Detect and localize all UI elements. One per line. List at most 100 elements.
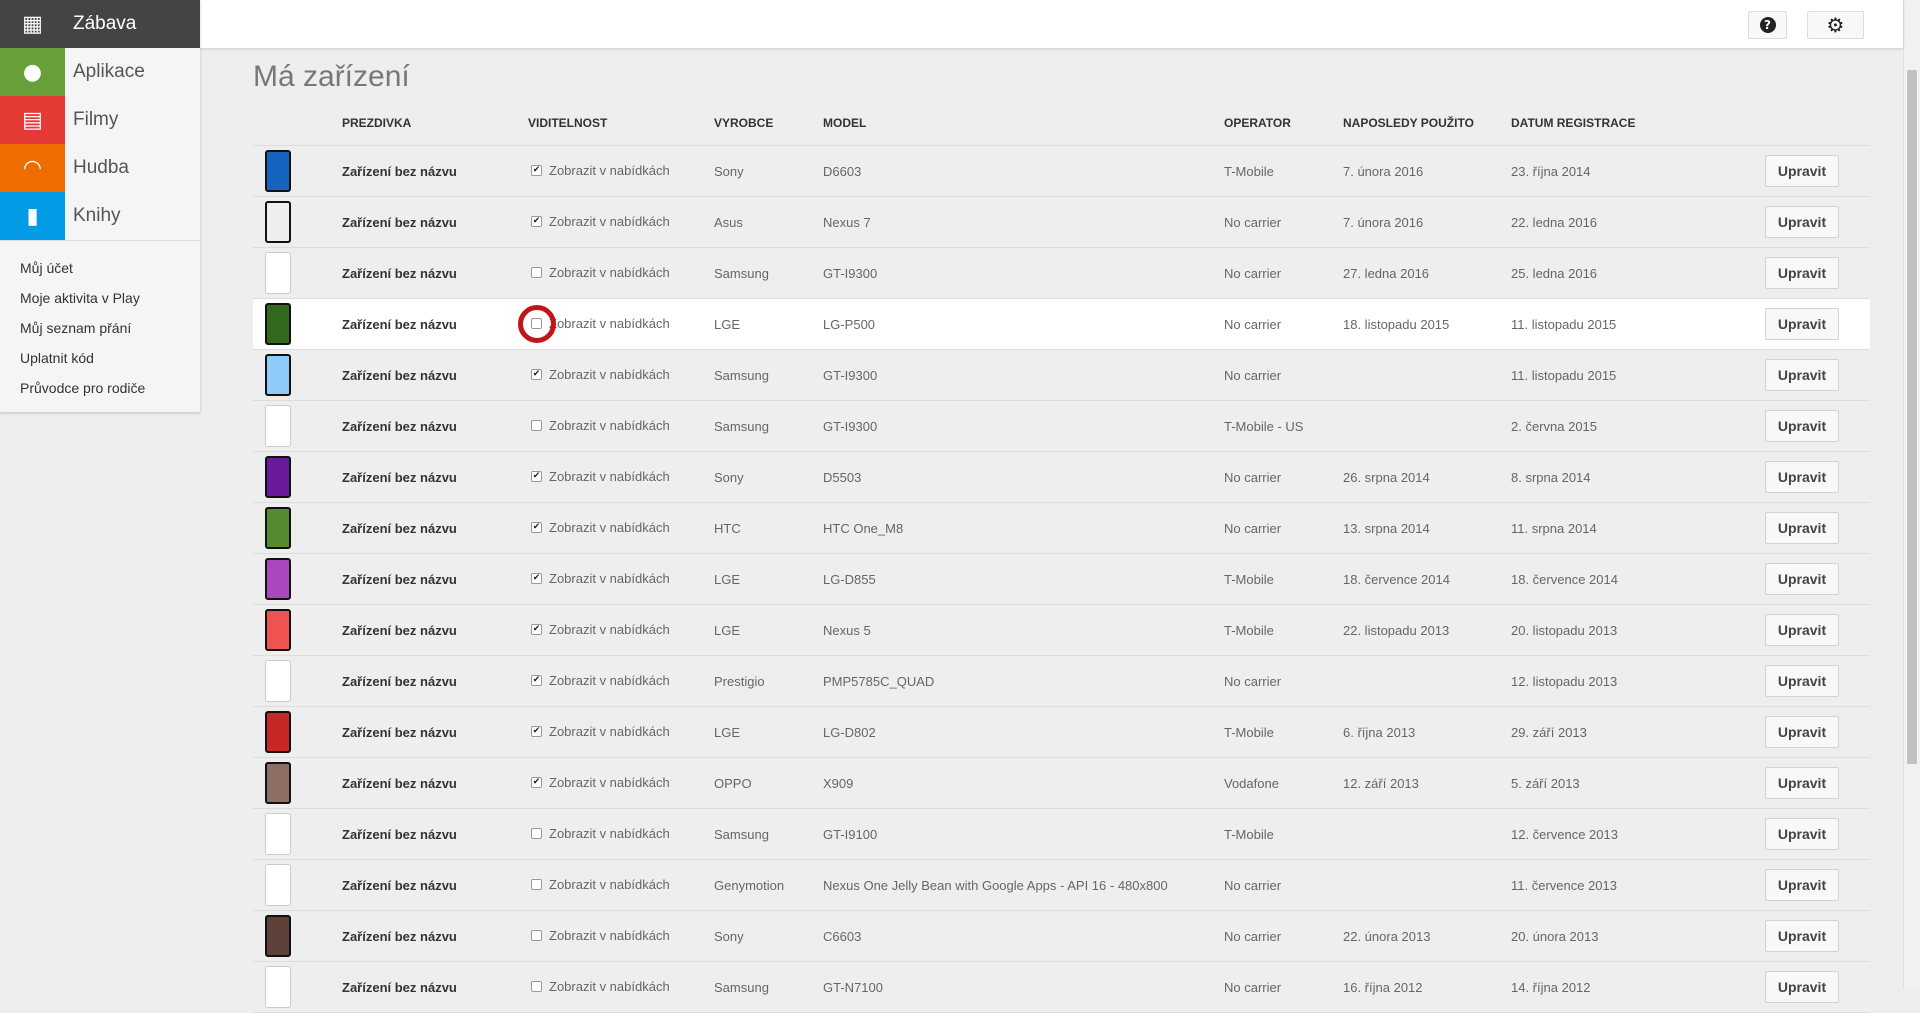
device-model: GT-I9100 — [823, 827, 878, 842]
scrollbar[interactable] — [1903, 0, 1920, 989]
table-row: Zařízení bez názvu ✔ Zobrazit v nabídkách S… — [253, 452, 1870, 503]
sidebar-link[interactable]: Můj seznam přání — [0, 313, 200, 343]
visibility-toggle[interactable]: ✔ Zobrazit v nabídkách — [531, 775, 670, 790]
device-model: GT-N7100 — [823, 980, 883, 995]
visibility-toggle[interactable]: Zobrazit v nabídkách — [531, 826, 670, 841]
visibility-toggle[interactable]: ✔ Zobrazit v nabídkách — [531, 520, 670, 535]
visibility-label: Zobrazit v nabídkách — [549, 520, 670, 535]
visibility-checkbox[interactable]: ✔ — [531, 369, 542, 380]
settings-button[interactable]: ⚙ — [1807, 11, 1864, 39]
edit-button[interactable]: Upravit — [1765, 512, 1839, 544]
visibility-checkbox[interactable]: ✔ — [531, 216, 542, 227]
device-model: X909 — [823, 776, 854, 791]
sidebar-category-4[interactable]: ▮ Knihy — [0, 192, 200, 240]
edit-button[interactable]: Upravit — [1765, 869, 1839, 901]
visibility-toggle[interactable]: Zobrazit v nabídkách — [531, 418, 670, 433]
visibility-toggle[interactable]: ✔ Zobrazit v nabídkách — [531, 469, 670, 484]
scrollbar-thumb[interactable] — [1907, 70, 1917, 764]
device-operator: T-Mobile — [1224, 164, 1274, 179]
device-operator: No carrier — [1224, 878, 1282, 893]
device-image — [265, 558, 291, 600]
device-image — [265, 813, 291, 855]
visibility-label: Zobrazit v nabídkách — [549, 367, 670, 382]
device-model: Nexus 7 — [823, 215, 871, 230]
table-row: Zařízení bez názvu Zobrazit v nabídkách So… — [253, 911, 1870, 962]
visibility-toggle[interactable]: Zobrazit v nabídkách — [531, 265, 670, 280]
col-model: MODEL — [823, 116, 867, 130]
device-manufacturer: LGE — [714, 317, 741, 332]
visibility-checkbox[interactable]: ✔ — [531, 165, 542, 176]
edit-button[interactable]: Upravit — [1765, 359, 1839, 391]
visibility-toggle[interactable]: Zobrazit v nabídkách — [531, 877, 670, 892]
visibility-checkbox[interactable]: ✔ — [531, 675, 542, 686]
sidebar-link[interactable]: Moje aktivita v Play — [0, 283, 200, 313]
table-row: Zařízení bez názvu ✔ Zobrazit v nabídkách O… — [253, 758, 1870, 809]
visibility-checkbox[interactable]: ✔ — [531, 777, 542, 788]
visibility-label: Zobrazit v nabídkách — [549, 673, 670, 688]
visibility-checkbox[interactable]: ✔ — [531, 573, 542, 584]
device-registered: 22. ledna 2016 — [1511, 215, 1598, 230]
visibility-toggle[interactable]: ✔ Zobrazit v nabídkách — [531, 163, 670, 178]
visibility-toggle[interactable]: Zobrazit v nabídkách — [531, 979, 670, 994]
device-manufacturer: LGE — [714, 623, 741, 638]
device-model: D5503 — [823, 470, 862, 485]
visibility-toggle[interactable]: Zobrazit v nabídkách — [531, 928, 670, 943]
sidebar-link[interactable]: Průvodce pro rodiče — [0, 373, 200, 403]
visibility-toggle[interactable]: ✔ Zobrazit v nabídkách — [531, 571, 670, 586]
visibility-checkbox[interactable] — [531, 930, 542, 941]
edit-button[interactable]: Upravit — [1765, 971, 1839, 1003]
device-nickname: Zařízení bez názvu — [342, 623, 457, 638]
edit-button[interactable]: Upravit — [1765, 614, 1839, 646]
visibility-checkbox[interactable] — [531, 828, 542, 839]
device-last-used: 16. října 2012 — [1343, 980, 1423, 995]
sidebar-link[interactable]: Uplatnit kód — [0, 343, 200, 373]
edit-button[interactable]: Upravit — [1765, 665, 1839, 697]
visibility-checkbox[interactable]: ✔ — [531, 726, 542, 737]
sidebar-category-0[interactable]: ▦ Zábava — [0, 0, 200, 48]
device-image — [265, 303, 291, 345]
edit-button[interactable]: Upravit — [1765, 155, 1839, 187]
device-nickname: Zařízení bez názvu — [342, 470, 457, 485]
android-icon: ● — [0, 48, 65, 96]
visibility-label: Zobrazit v nabídkách — [549, 418, 670, 433]
visibility-toggle[interactable]: ✔ Zobrazit v nabídkách — [531, 214, 670, 229]
sidebar-category-3[interactable]: ◠ Hudba — [0, 144, 200, 192]
table-row: Zařízení bez názvu Zobrazit v nabídkách Sa… — [253, 248, 1870, 299]
visibility-checkbox[interactable] — [531, 420, 542, 431]
table-row: Zařízení bez názvu Zobrazit v nabídkách Ge… — [253, 860, 1870, 911]
edit-button[interactable]: Upravit — [1765, 818, 1839, 850]
edit-button[interactable]: Upravit — [1765, 767, 1839, 799]
visibility-label: Zobrazit v nabídkách — [549, 928, 670, 943]
sidebar-category-1[interactable]: ● Aplikace — [0, 48, 200, 96]
edit-button[interactable]: Upravit — [1765, 308, 1839, 340]
visibility-checkbox[interactable] — [531, 981, 542, 992]
edit-button[interactable]: Upravit — [1765, 716, 1839, 748]
visibility-toggle[interactable]: ✔ Zobrazit v nabídkách — [531, 367, 670, 382]
edit-button[interactable]: Upravit — [1765, 206, 1839, 238]
visibility-checkbox[interactable] — [531, 879, 542, 890]
device-operator: T-Mobile — [1224, 827, 1274, 842]
sidebar-category-2[interactable]: ▤ Filmy — [0, 96, 200, 144]
device-registered: 11. července 2013 — [1511, 878, 1617, 893]
visibility-checkbox[interactable] — [531, 267, 542, 278]
device-model: GT-I9300 — [823, 266, 878, 281]
visibility-checkbox[interactable]: ✔ — [531, 471, 542, 482]
edit-button[interactable]: Upravit — [1765, 920, 1839, 952]
visibility-toggle[interactable]: ✔ Zobrazit v nabídkách — [531, 724, 670, 739]
edit-button[interactable]: Upravit — [1765, 257, 1839, 289]
device-registered: 11. listopadu 2015 — [1511, 317, 1617, 332]
visibility-checkbox[interactable]: ✔ — [531, 522, 542, 533]
table-row: Zařízení bez názvu ✔ Zobrazit v nabídkách S… — [253, 146, 1870, 197]
edit-button[interactable]: Upravit — [1765, 563, 1839, 595]
visibility-toggle[interactable]: ✔ Zobrazit v nabídkách — [531, 622, 670, 637]
visibility-toggle[interactable]: ✔ Zobrazit v nabídkách — [531, 673, 670, 688]
device-nickname: Zařízení bez názvu — [342, 827, 457, 842]
edit-button[interactable]: Upravit — [1765, 410, 1839, 442]
sidebar-link[interactable]: Můj účet — [0, 253, 200, 283]
help-button[interactable]: ? — [1748, 11, 1787, 39]
device-registered: 25. ledna 2016 — [1511, 266, 1598, 281]
edit-button[interactable]: Upravit — [1765, 461, 1839, 493]
visibility-checkbox[interactable]: ✔ — [531, 624, 542, 635]
visibility-toggle[interactable]: Zobrazit v nabídkách — [518, 305, 670, 343]
device-last-used: 18. července 2014 — [1343, 572, 1450, 587]
